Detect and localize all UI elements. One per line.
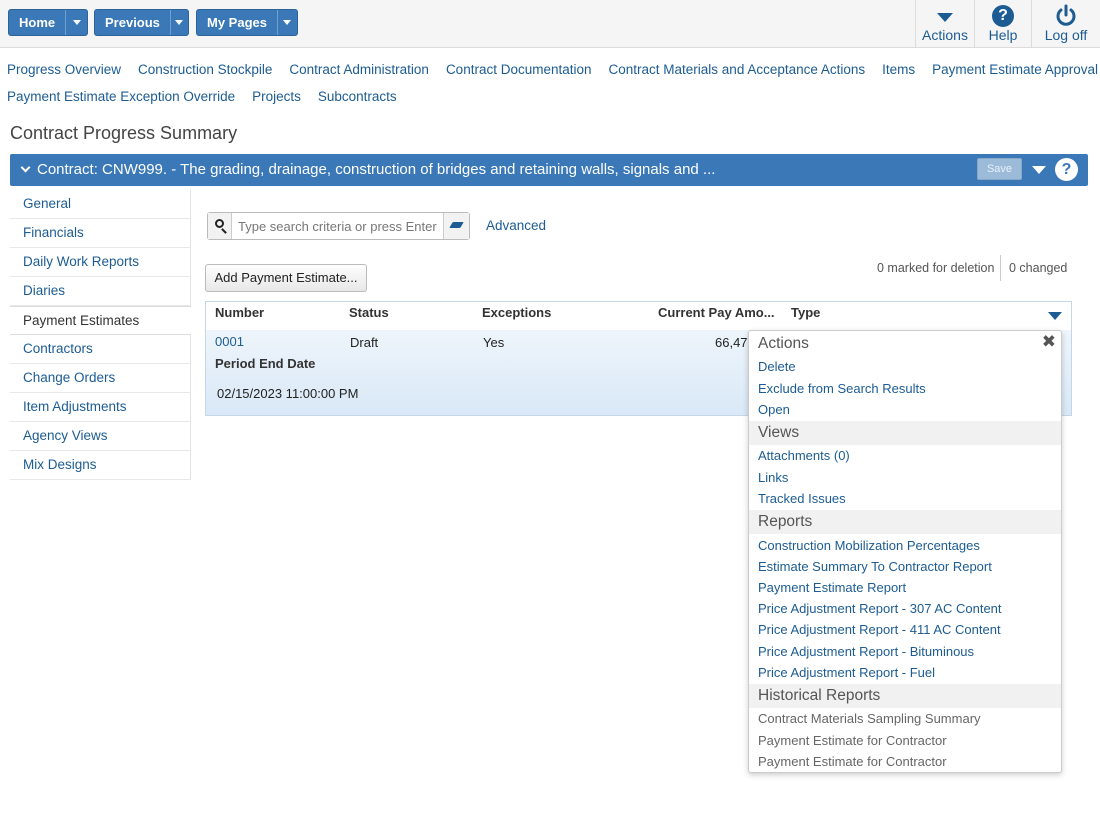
menu-item-open[interactable]: Open [758,402,790,417]
search-icon[interactable] [208,213,232,239]
chevron-down-icon [175,20,184,25]
menu-item-tracked-issues[interactable]: Tracked Issues [758,491,846,506]
sidenav-agency-views[interactable]: Agency Views [10,422,191,451]
menu-item-report[interactable]: Estimate Summary To Contractor Report [758,559,992,574]
link-contract-administration[interactable]: Contract Administration [289,62,429,77]
column-header-exceptions[interactable]: Exceptions [482,305,551,320]
row-status: Draft [350,335,379,350]
link-contract-materials[interactable]: Contract Materials and Acceptance Action… [609,62,866,77]
link-items[interactable]: Items [882,62,915,77]
previous-label[interactable]: Previous [95,10,170,35]
menu-item-historical-report[interactable]: Payment Estimate for Contractor [758,733,947,748]
sidenav-contractors[interactable]: Contractors [10,335,191,364]
contract-header-bar: Contract: CNW999. - The grading, drainag… [10,154,1088,186]
menu-item-attachments[interactable]: Attachments (0) [758,448,850,463]
sidenav-financials[interactable]: Financials [10,219,191,248]
search-box [207,212,470,240]
advanced-search-link[interactable]: Advanced [486,218,546,233]
link-contract-documentation[interactable]: Contract Documentation [446,62,592,77]
close-icon[interactable]: ✖ [1042,332,1056,352]
previous-dropdown[interactable] [169,10,188,35]
row-current-pay-amount: 66,47 [715,335,748,350]
chevron-down-icon [20,162,31,173]
chevron-down-icon [937,12,953,22]
save-button[interactable]: Save [977,158,1022,180]
contract-header-toggle[interactable]: Contract: CNW999. - The grading, drainag… [20,154,715,186]
sidenav-diaries[interactable]: Diaries [10,277,191,306]
my-pages-button[interactable]: My Pages [196,9,298,36]
column-header-current-pay-amount[interactable]: Current Pay Amo... [658,305,775,320]
sidenav-mix-designs[interactable]: Mix Designs [10,451,191,480]
actions-button[interactable]: Actions [915,0,974,48]
logoff-button[interactable]: Log off [1031,0,1100,48]
grid-header: Number Status Exceptions Current Pay Amo… [206,302,1071,330]
my-pages-dropdown[interactable] [276,10,297,35]
eraser-icon[interactable] [443,213,469,239]
menu-item-historical-report[interactable]: Payment Estimate for Contractor [758,754,947,769]
sidenav-daily-work-reports[interactable]: Daily Work Reports [10,248,191,277]
add-payment-estimate-button[interactable]: Add Payment Estimate... [205,264,367,292]
component-links-row-2: Payment Estimate Exception Override Proje… [7,89,414,104]
actions-label[interactable]: Actions [916,28,974,42]
link-payment-estimate-exception-override[interactable]: Payment Estimate Exception Override [7,89,235,104]
row-actions-dropdown-icon[interactable] [1048,312,1062,320]
column-header-number[interactable]: Number [215,305,264,320]
help-icon[interactable]: ? [1055,158,1078,181]
chevron-down-icon [72,20,81,25]
menu-section-historical-reports: Historical Reports [749,684,1061,708]
menu-item-report[interactable]: Price Adjustment Report - Fuel [758,665,935,680]
period-end-date-value: 02/15/2023 11:00:00 PM [217,386,359,401]
help-icon: ? [992,5,1014,27]
home-dropdown[interactable] [65,10,87,35]
top-bar: Home Previous My Pages Actions ? Help Lo… [0,0,1100,48]
contract-menu-dropdown-icon[interactable] [1032,166,1046,174]
menu-section-views: Views [749,421,1061,445]
previous-button[interactable]: Previous [94,9,189,36]
menu-item-historical-report[interactable]: Contract Materials Sampling Summary [758,711,981,726]
menu-item-links[interactable]: Links [758,470,788,485]
sidenav-general[interactable]: General [10,190,191,219]
home-label[interactable]: Home [9,10,65,35]
component-links-row-1: Progress Overview Construction Stockpile C… [7,62,1100,77]
link-progress-overview[interactable]: Progress Overview [7,62,121,77]
contract-title: Contract: CNW999. - The grading, drainag… [37,161,716,178]
row-exceptions: Yes [483,335,505,350]
row-number-link[interactable]: 0001 [215,334,244,349]
link-construction-stockpile[interactable]: Construction Stockpile [138,62,272,77]
link-payment-estimate-approval-levels[interactable]: Payment Estimate Approval Levels [932,62,1100,77]
menu-section-reports: Reports [749,510,1061,534]
side-nav: General Financials Daily Work Reports Di… [10,190,191,480]
chevron-down-icon [283,20,292,25]
my-pages-label[interactable]: My Pages [197,10,277,35]
sidenav-item-adjustments[interactable]: Item Adjustments [10,393,191,422]
period-end-date-label: Period End Date [215,356,316,371]
link-subcontracts[interactable]: Subcontracts [318,89,397,104]
column-header-status[interactable]: Status [349,305,389,320]
help-button[interactable]: ? Help [974,0,1031,48]
menu-item-report[interactable]: Construction Mobilization Percentages [758,538,980,553]
logoff-label[interactable]: Log off [1032,28,1100,42]
status-divider [1000,255,1001,281]
search-input[interactable] [236,216,441,236]
home-button[interactable]: Home [8,9,88,36]
menu-item-delete[interactable]: Delete [758,359,796,374]
changed-count: 0 changed [1009,261,1068,275]
sidenav-change-orders[interactable]: Change Orders [10,364,191,393]
page-title: Contract Progress Summary [10,123,238,143]
column-header-type[interactable]: Type [791,305,820,320]
menu-item-report[interactable]: Price Adjustment Report - 411 AC Content [758,622,1001,637]
menu-item-report[interactable]: Price Adjustment Report - 307 AC Content [758,601,1002,616]
link-projects[interactable]: Projects [252,89,301,104]
help-label[interactable]: Help [975,28,1031,42]
menu-item-exclude-from-search[interactable]: Exclude from Search Results [758,381,926,396]
row-actions-menu: Actions ✖ Delete Exclude from Search Res… [748,330,1062,773]
marked-for-deletion-count: 0 marked for deletion [877,261,995,275]
menu-section-actions: Actions [758,335,809,352]
power-icon [1056,4,1076,26]
menu-item-report[interactable]: Payment Estimate Report [758,580,906,595]
sidenav-payment-estimates[interactable]: Payment Estimates [10,306,191,335]
menu-item-report[interactable]: Price Adjustment Report - Bituminous [758,644,974,659]
